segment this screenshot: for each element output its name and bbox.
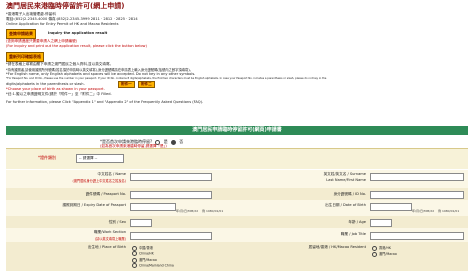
place-of-birth-option-1: 中國/香港 xyxy=(130,245,153,251)
enquiry-button-en: Inquiry the application result xyxy=(48,31,108,35)
place-of-birth-radio-3[interactable] xyxy=(132,257,137,263)
passport-expiry-input[interactable] xyxy=(130,203,176,211)
form-row-passport: 證件號碼 / Passport No. 身分證號碼 / ID No. xyxy=(6,188,468,200)
form-row-dates: 護照到期日 / Expiry Date of Passport 年/月/日/MM… xyxy=(6,200,468,216)
passport-expiry-label: 護照到期日 / Expiry Date of Passport xyxy=(62,203,126,207)
notes-line-5: digits/alphabets in the parenthesis or s… xyxy=(6,82,85,86)
first-application-no-label: 否 xyxy=(179,139,184,144)
resident-radio-1[interactable] xyxy=(372,245,377,251)
place-of-birth-label: 出生地 / Place of Birth xyxy=(87,245,126,249)
place-of-birth-option-3: 澳門/Macao xyxy=(130,257,157,263)
date-of-birth-input[interactable] xyxy=(370,203,412,211)
notes-line-3: *For English name, only English alphabet… xyxy=(6,72,196,76)
sex-label: 性別 / Sex xyxy=(108,220,126,224)
enquiry-button[interactable]: 查詢申請結果 xyxy=(6,29,36,39)
passport-expiry-example: 例 1980/01/01 xyxy=(202,209,224,213)
form-row-birthplace: 出生地 / Place of Birth 中國/香港 China/HK 澳門/M… xyxy=(6,242,468,271)
document-type-section: *證件類別 -- 請選擇 -- xyxy=(6,148,468,169)
appendix-1-button[interactable]: 附件一 xyxy=(118,81,135,88)
passport-no-input[interactable] xyxy=(130,191,212,199)
id-no-label: 身分證號碼 / ID No. xyxy=(333,192,366,196)
first-application-no-radio[interactable] xyxy=(170,139,176,145)
date-of-birth-label: 出生日期 / Date of Birth xyxy=(325,203,366,207)
place-of-birth-radio-4[interactable] xyxy=(132,263,137,268)
form-title-bar: 澳門居民申請臨時停留許可(網頁)申請書 xyxy=(6,126,468,135)
form-row-sex: 性別 / Sex 年齡 / Age xyxy=(6,216,468,228)
notes-line-4: *For Passport No. and ID No., Please use… xyxy=(6,77,327,80)
resident-radio-2[interactable] xyxy=(372,251,377,257)
age-label: 年齡 / Age xyxy=(348,220,366,224)
document-type-select[interactable]: -- 請選擇 -- xyxy=(76,154,124,163)
form-row-occupation: 職業/Work Section (請以英文填寫上職業) 職業 / Job Tit… xyxy=(6,228,468,242)
subtitle-en: Online Application for Entry Permit of H… xyxy=(6,22,119,26)
page: 澳門居民來港臨時停留許可(網上申請) *香港電子入出境管理處-停留科 電話:(8… xyxy=(0,0,474,271)
place-of-birth-option-2: China/HK xyxy=(130,251,154,256)
appendix-2-button[interactable]: 附件二 xyxy=(137,81,155,88)
form-row-name: 中文姓名 / Name (澳門居民身分證上中文姓名之姓及名) 英文姓/英文名 /… xyxy=(6,170,468,188)
notes-line-7: *註:1.擬以之申請證明文件(請於「附件一」至「附件二」中 Filled. xyxy=(6,92,112,97)
date-of-birth-format: 年/月/日/MM/dd xyxy=(412,209,435,213)
reprint-button[interactable]: 重新列印確認表格 xyxy=(6,52,44,62)
place-of-birth-option-4: China/Mainland China xyxy=(130,263,174,268)
passport-no-label: 證件號碼 / Passport No. xyxy=(85,192,126,196)
notes-line-8: For further information, please Click "A… xyxy=(6,100,204,104)
english-surname-label: 英文姓/英文名 / Surname xyxy=(323,172,366,176)
sex-select[interactable] xyxy=(130,219,152,227)
passport-expiry-format: 年/月/日/MM/dd xyxy=(176,209,199,213)
work-section-label: 職業/Work Section xyxy=(94,230,126,234)
job-title-label: 職業 / Job Title xyxy=(340,232,366,236)
chinese-name-input[interactable] xyxy=(130,173,212,181)
english-lastname-label: Last Name/First Name xyxy=(326,178,366,182)
page-title: 澳門居民來港臨時停留許可(網上申請) xyxy=(6,2,125,10)
document-type-label: *證件類別 xyxy=(38,155,56,160)
place-of-birth-radio-2[interactable] xyxy=(132,251,137,256)
notes-line-7-text: *註:1.擬以之申請證明文件(請於「附件一」至「附件二」中 Filled. xyxy=(6,92,112,96)
chinese-name-hint: (澳門居民身分證上中文姓名之姓及名) xyxy=(72,179,127,183)
chinese-name-label: 中文姓名 / Name xyxy=(97,172,126,176)
resident-option-1: 香港/HK xyxy=(370,245,391,251)
resident-label: 居留地/香港 / HK/Macao Resident xyxy=(308,245,366,249)
notes-line-6: *Choose your place of birth as shown in … xyxy=(6,87,105,91)
english-name-input[interactable] xyxy=(370,173,464,181)
job-title-input[interactable] xyxy=(370,232,464,240)
enquiry-note-en: (For inquiry and print out the applicati… xyxy=(6,44,147,48)
place-of-birth-radio-1[interactable] xyxy=(132,245,137,251)
appendix-buttons: 附件一 附件二 xyxy=(116,81,155,88)
resident-option-2: 澳門/Macao xyxy=(370,251,397,257)
age-input[interactable] xyxy=(370,219,392,227)
work-section-input[interactable] xyxy=(130,232,212,240)
work-section-hint: (請以英文填寫上職業) xyxy=(94,237,126,241)
date-of-birth-example: 例 1980/01/01 xyxy=(438,209,460,213)
id-no-input[interactable] xyxy=(370,191,464,199)
